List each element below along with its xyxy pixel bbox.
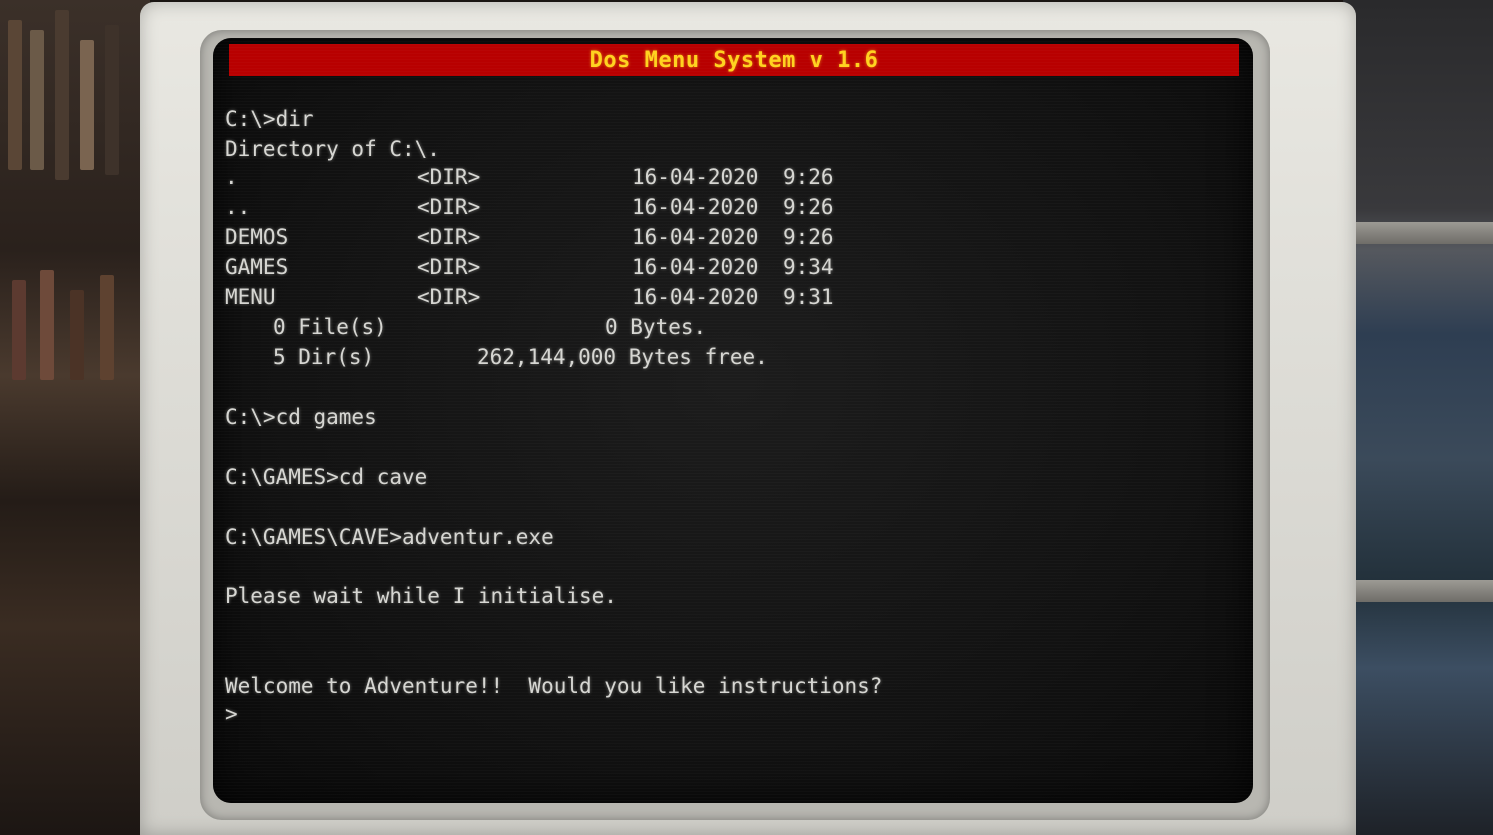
book-spine bbox=[105, 25, 119, 175]
input-prompt-line[interactable]: > bbox=[225, 699, 301, 729]
dir-entry-type: <DIR> bbox=[417, 285, 481, 309]
terminal-line: C:\GAMES>cd cave bbox=[225, 462, 427, 492]
dir-entry-name: MENU bbox=[225, 285, 276, 309]
terminal-line: Directory of C:\. bbox=[225, 134, 440, 164]
dir-entry-time: 9:26 bbox=[783, 225, 834, 249]
dir-summary-row: 5 Dir(s) 262,144,000 Bytes free. bbox=[225, 342, 768, 372]
terminal-line: C:\>cd games bbox=[225, 402, 377, 432]
dir-entry-date: 16-04-2020 bbox=[632, 225, 759, 249]
book-spine bbox=[55, 10, 69, 180]
dir-entry-row: GAMES <DIR> 16-04-2020 9:34 bbox=[225, 252, 834, 282]
terminal-line: Please wait while I initialise. bbox=[225, 581, 617, 611]
command-cd-cave: C:\GAMES>cd cave bbox=[225, 465, 428, 489]
dir-entry-time: 9:26 bbox=[783, 165, 834, 189]
dir-entry-type: <DIR> bbox=[417, 255, 481, 279]
book-spine bbox=[100, 275, 114, 380]
dir-entry-date: 16-04-2020 bbox=[632, 285, 759, 309]
file-summary-row: 0 File(s) 0 Bytes. bbox=[225, 312, 706, 342]
terminal-output: C:\>dir Directory of C:\. . <DIR> 16-04-… bbox=[213, 38, 1253, 803]
welcome-message: Welcome to Adventure!! Would you like in… bbox=[225, 674, 883, 698]
dir-entry-time: 9:31 bbox=[783, 285, 834, 309]
book-spine bbox=[40, 270, 54, 380]
dir-entry-type: <DIR> bbox=[417, 225, 481, 249]
dir-entry-date: 16-04-2020 bbox=[632, 165, 759, 189]
dir-entry-type: <DIR> bbox=[417, 195, 481, 219]
book-spine bbox=[30, 30, 44, 170]
dir-entry-row: .. <DIR> 16-04-2020 9:26 bbox=[225, 192, 834, 222]
dir-entry-time: 9:34 bbox=[783, 255, 834, 279]
wait-message: Please wait while I initialise. bbox=[225, 584, 617, 608]
dirs-count: 5 Dir(s) bbox=[273, 345, 375, 369]
dir-entry-time: 9:26 bbox=[783, 195, 834, 219]
dir-entry-date: 16-04-2020 bbox=[632, 255, 759, 279]
dir-entry-name: . bbox=[225, 165, 238, 189]
book-spine bbox=[8, 20, 22, 170]
dir-entry-name: GAMES bbox=[225, 255, 289, 279]
terminal-line: C:\>dir bbox=[225, 104, 314, 134]
dir-entry-date: 16-04-2020 bbox=[632, 195, 759, 219]
terminal-line: C:\GAMES\CAVE>adventur.exe bbox=[225, 522, 554, 552]
book-spine bbox=[12, 280, 26, 380]
terminal-line: Welcome to Adventure!! Would you like in… bbox=[225, 671, 882, 701]
book-spine bbox=[70, 290, 84, 380]
dir-entry-type: <DIR> bbox=[417, 165, 481, 189]
command-run-adventure: C:\GAMES\CAVE>adventur.exe bbox=[225, 525, 554, 549]
input-prompt[interactable]: > bbox=[225, 699, 238, 729]
files-bytes: 0 Bytes. bbox=[605, 315, 707, 339]
shelf-plank bbox=[1343, 580, 1493, 602]
dir-entry-name: DEMOS bbox=[225, 225, 289, 249]
dir-entry-row: DEMOS <DIR> 16-04-2020 9:26 bbox=[225, 222, 834, 252]
dir-entry-name: .. bbox=[225, 195, 251, 219]
dir-entry-row: . <DIR> 16-04-2020 9:26 bbox=[225, 162, 834, 192]
command-cd-games: C:\>cd games bbox=[225, 405, 377, 429]
bytes-free: 262,144,000 Bytes free. bbox=[477, 345, 768, 369]
shelf-right bbox=[1343, 0, 1493, 835]
crt-screen[interactable]: Dos Menu System v 1.6 C:\>dir Directory … bbox=[213, 38, 1253, 803]
book-spine bbox=[80, 40, 94, 170]
directory-header: Directory of C:\. bbox=[225, 137, 440, 161]
dir-entry-row: MENU <DIR> 16-04-2020 9:31 bbox=[225, 282, 834, 312]
files-count: 0 File(s) bbox=[273, 315, 387, 339]
command-dir: C:\>dir bbox=[225, 107, 314, 131]
bookshelf-left bbox=[0, 0, 150, 835]
shelf-plank bbox=[1343, 222, 1493, 244]
